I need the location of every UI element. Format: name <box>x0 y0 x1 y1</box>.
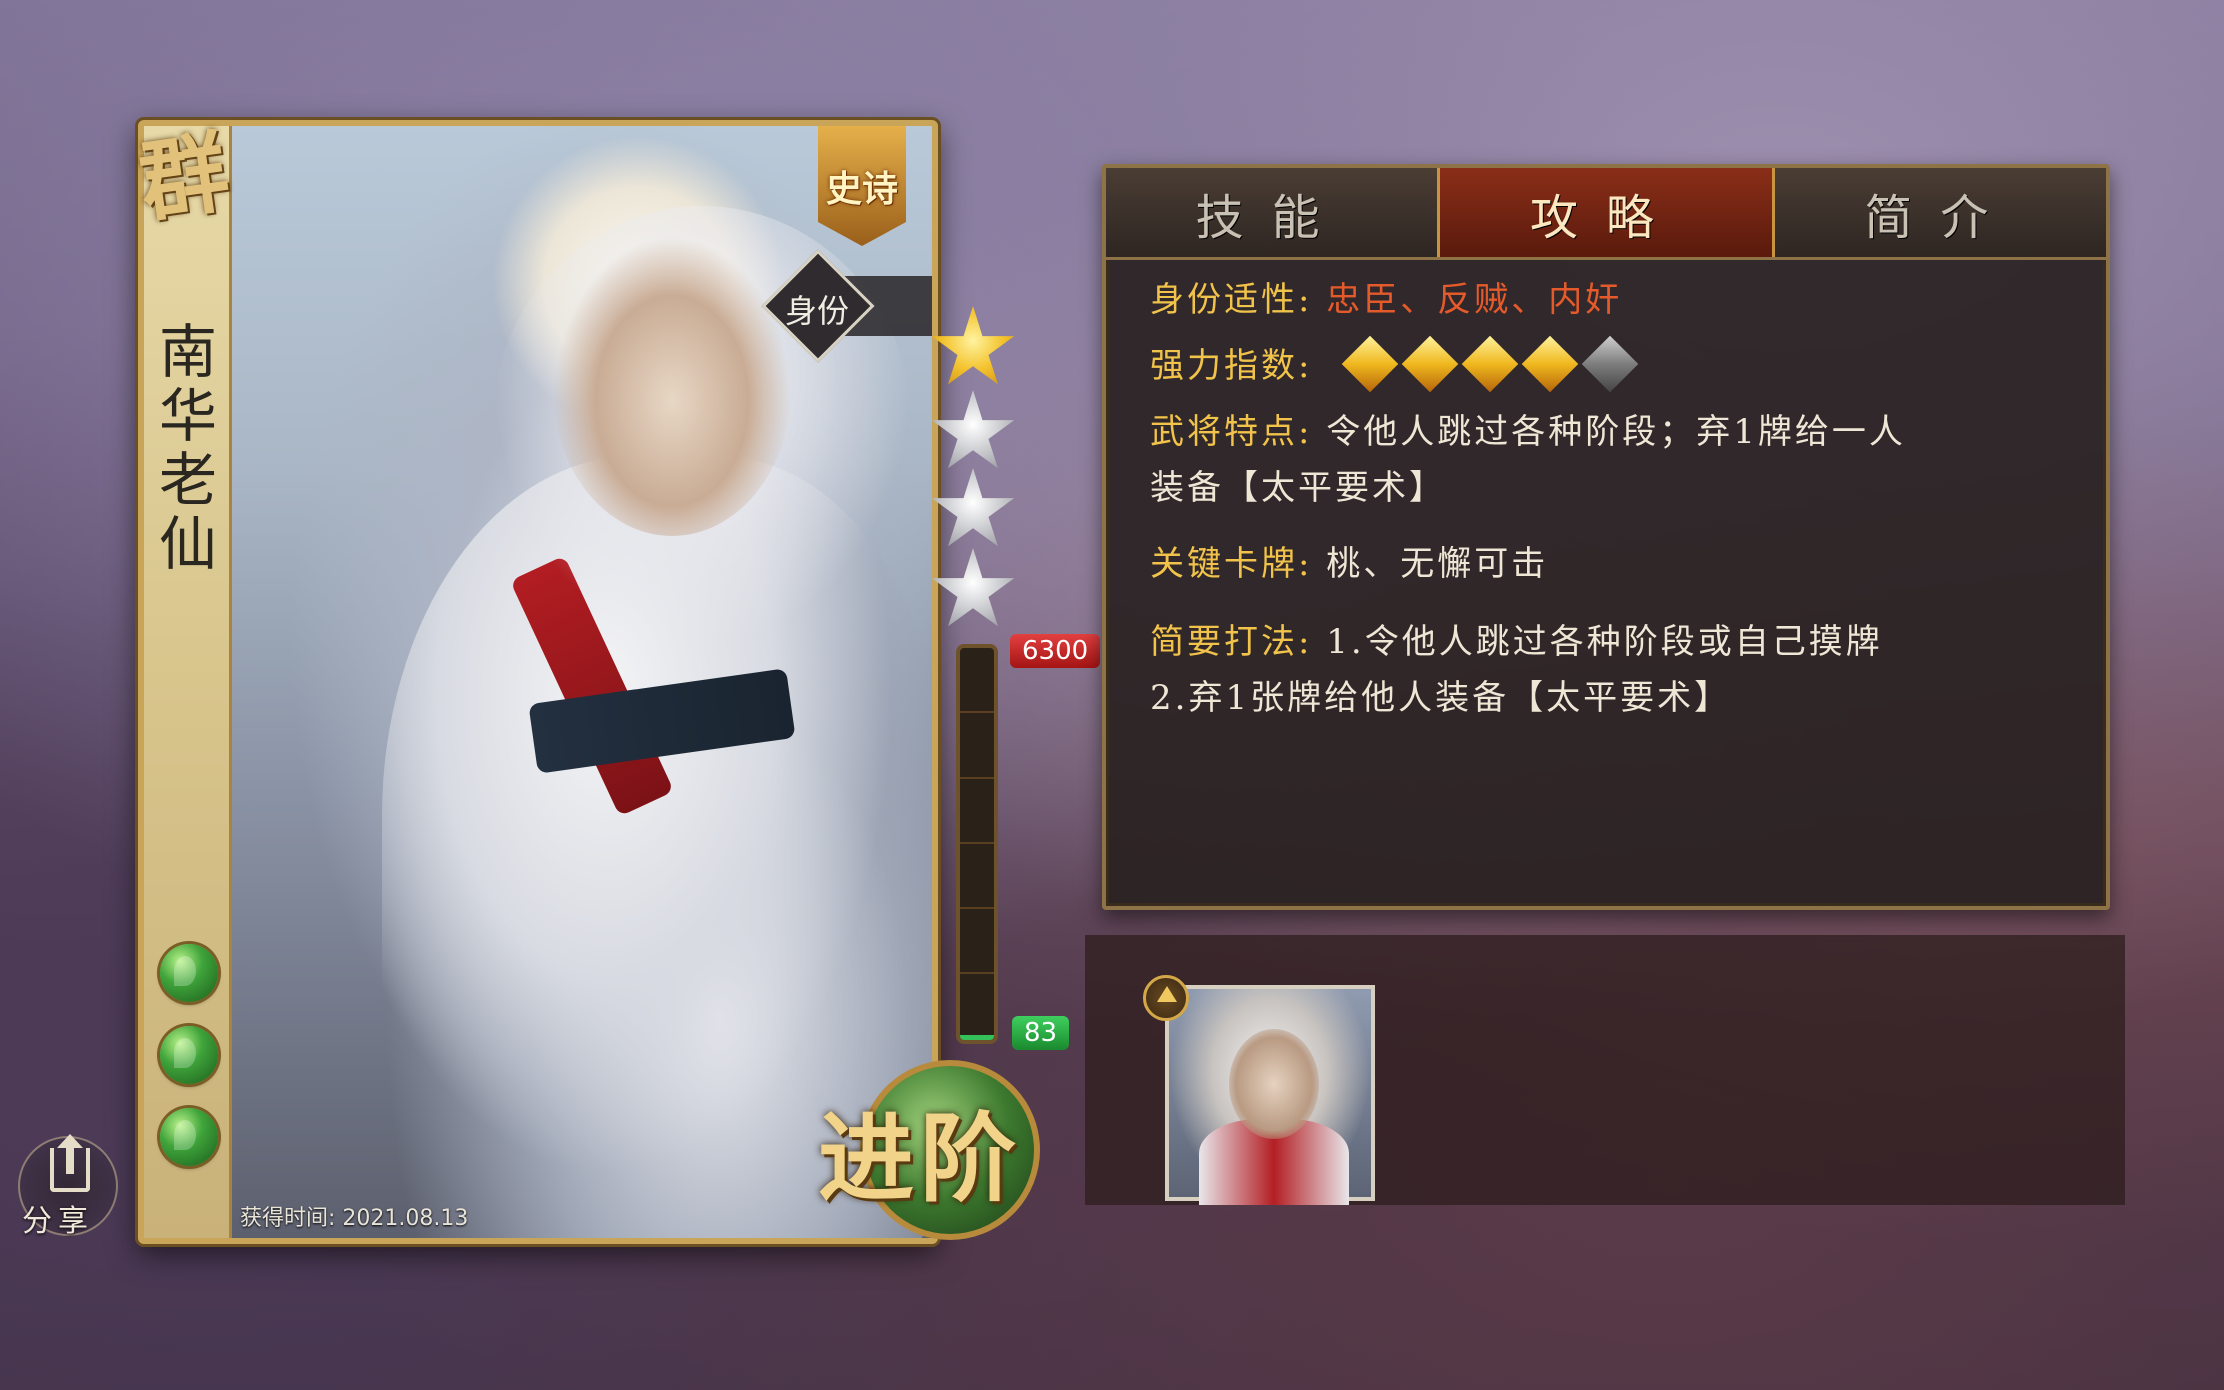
share-label[interactable]: 分享 <box>22 1196 94 1240</box>
power-diamond-icon <box>1581 335 1639 393</box>
hero-name: 南华老仙 <box>149 321 217 577</box>
key-cards-label: 关键卡牌: <box>1150 544 1313 584</box>
tab-bar: 技能 攻略 简介 <box>1106 168 2106 260</box>
tab-guide[interactable]: 攻略 <box>1437 168 1775 257</box>
upgrade-arrow-icon[interactable] <box>1143 975 1189 1021</box>
key-cards-row: 关键卡牌: 桃、无懈可击 <box>1150 536 2076 592</box>
identity-label: 身份适性: <box>1150 280 1313 320</box>
traits-label: 武将特点: <box>1150 412 1313 452</box>
target-value: 6300 <box>1010 634 1101 668</box>
power-diamond-icon <box>1341 335 1399 393</box>
health-gem-icon <box>160 1108 218 1166</box>
upload-arrow-icon <box>57 1134 83 1174</box>
hero-head <box>552 236 792 536</box>
name-strip: 南华老仙 <box>144 126 232 1238</box>
power-diamond-icon <box>1401 335 1459 393</box>
identity-row: 身份适性: 忠臣、反贼、内奸 <box>1150 272 2076 328</box>
progress-bar <box>956 644 998 1044</box>
info-panel: 技能 攻略 简介 身份适性: 忠臣、反贼、内奸 强力指数: 武将特点: 令他人跳… <box>1102 164 2110 910</box>
tab-skills[interactable]: 技能 <box>1106 168 1437 257</box>
identity-button[interactable]: 身份 <box>772 286 862 332</box>
skin-thumbnail[interactable] <box>1165 985 1375 1205</box>
power-diamond-icon <box>1521 335 1579 393</box>
skin-face <box>1229 1029 1319 1139</box>
power-diamond-icon <box>1461 335 1519 393</box>
traits-value-2: 装备【太平要术】 <box>1150 468 1446 508</box>
strategy-value-1: 1.令他人跳过各种阶段或自己摸牌 <box>1326 622 1883 662</box>
key-cards-value: 桃、无懈可击 <box>1326 544 1549 584</box>
strategy-label: 简要打法: <box>1150 622 1313 662</box>
power-row: 强力指数: <box>1150 335 2076 394</box>
acquired-date: 获得时间: 2021.08.13 <box>240 1206 469 1231</box>
power-label: 强力指数: <box>1150 346 1313 386</box>
power-rating <box>1341 335 1650 393</box>
faction-badge: 群 <box>133 118 235 235</box>
advance-button[interactable]: 进阶 <box>790 1040 1050 1260</box>
traits-value-1: 令他人跳过各种阶段；弃1牌给一人 <box>1326 412 1906 452</box>
health-gem-icon <box>160 944 218 1002</box>
strategy-row: 简要打法: 1.令他人跳过各种阶段或自己摸牌 2.弃1张牌给他人装备【太平要术】 <box>1150 614 2076 726</box>
guide-content: 身份适性: 忠臣、反贼、内奸 强力指数: 武将特点: 令他人跳过各种阶段；弃1牌… <box>1150 272 2076 726</box>
tab-intro[interactable]: 简介 <box>1775 168 2106 257</box>
strategy-value-2: 2.弃1张牌给他人装备【太平要术】 <box>1150 678 1732 718</box>
advance-label: 进阶 <box>818 1101 1022 1215</box>
traits-row: 武将特点: 令他人跳过各种阶段；弃1牌给一人 装备【太平要术】 <box>1150 404 2076 516</box>
health-gem-icon <box>160 1026 218 1084</box>
rarity-badge: 史诗 <box>818 126 906 246</box>
skins-strip <box>1085 935 2125 1205</box>
identity-value: 忠臣、反贼、内奸 <box>1326 280 1623 320</box>
